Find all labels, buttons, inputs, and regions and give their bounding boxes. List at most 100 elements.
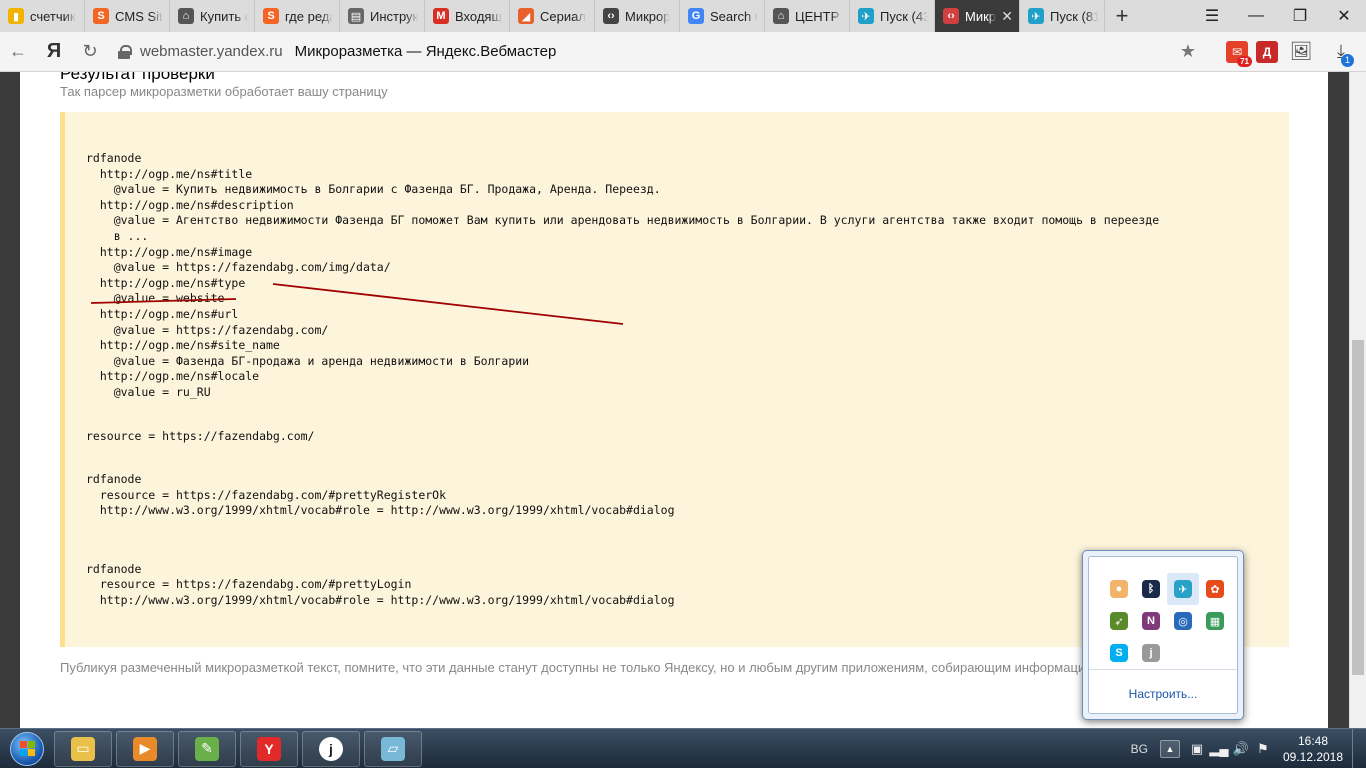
browser-tab-label: Микрор bbox=[625, 8, 671, 24]
skype-icon-glyph: S bbox=[1110, 644, 1128, 662]
system-tray: BG ▲ ▣ ▂▄ 🔊 ⚑ 16:48 09.12.2018 bbox=[1131, 728, 1366, 768]
browser-tab[interactable]: ‹› Микр ✕ bbox=[935, 0, 1020, 32]
network-signal-icon[interactable]: ▂▄ bbox=[1208, 741, 1230, 757]
customize-link[interactable]: Настроить... bbox=[1089, 687, 1237, 701]
scrollbar-thumb[interactable] bbox=[1352, 340, 1364, 675]
house-icon: ⌂ bbox=[178, 8, 194, 24]
browser-tab[interactable]: ✈ Пуск (81 bbox=[1020, 0, 1105, 32]
taskbar-apps: ▭ ▶ ✎ Yj ▱ bbox=[54, 730, 426, 767]
code-line: @value = Купить недвижимость в Болгарии … bbox=[86, 182, 661, 197]
browser-tab-label: Пуск (81 bbox=[1050, 8, 1098, 24]
volume-icon[interactable]: 🔊 bbox=[1230, 741, 1252, 757]
browser-tab-label: Купить с bbox=[200, 8, 248, 24]
onenote-icon[interactable]: N bbox=[1135, 605, 1167, 637]
url-domain[interactable]: webmaster.yandex.ru bbox=[140, 43, 283, 60]
pill-icon-glyph: ● bbox=[1110, 580, 1128, 598]
browser-tab[interactable]: ◢ Сериал bbox=[510, 0, 595, 32]
code-line: resource = https://fazendabg.com/ bbox=[86, 428, 315, 443]
code-line: resource = https://fazendabg.com/#pretty… bbox=[86, 487, 447, 502]
browser-menu-icon[interactable]: ☰ bbox=[1190, 0, 1234, 32]
action-center-flag-icon[interactable]: ⚑ bbox=[1252, 741, 1274, 757]
restore-icon[interactable]: ❐ bbox=[1278, 0, 1322, 32]
target-icon-glyph: ◎ bbox=[1174, 612, 1192, 630]
language-indicator[interactable]: BG bbox=[1131, 742, 1148, 756]
code-line: @value = ru_RU bbox=[86, 384, 211, 399]
clock-date: 09.12.2018 bbox=[1282, 749, 1344, 764]
d-extension-icon[interactable]: Д bbox=[1256, 40, 1278, 63]
browser-tab[interactable]: Sгде реда bbox=[255, 0, 340, 32]
publishing-note: Публикуя размеченный микроразметкой текс… bbox=[60, 660, 1095, 675]
mail-counter-icon[interactable]: ✉ 71 bbox=[1226, 40, 1252, 67]
browser-tab[interactable]: ⌂ ЦЕНТР Н bbox=[765, 0, 850, 32]
clock-time: 16:48 bbox=[1297, 733, 1329, 748]
lock-icon[interactable] bbox=[118, 44, 132, 59]
code-icon: ‹› bbox=[603, 8, 619, 24]
extensions-icon[interactable]: 🖼 bbox=[1286, 37, 1316, 67]
new-tab-button[interactable]: + bbox=[1105, 0, 1139, 32]
taskbar-app-notepad[interactable]: ✎ bbox=[178, 730, 236, 767]
j-icon[interactable]: j bbox=[1135, 637, 1167, 669]
browser-tab[interactable]: ✈ Пуск (43 bbox=[850, 0, 935, 32]
browser-tab[interactable]: ▤ Инструк bbox=[340, 0, 425, 32]
code-line: @value = https://fazendabg.com/ bbox=[86, 322, 329, 337]
safely-remove-icon[interactable]: ▣ bbox=[1186, 741, 1208, 757]
j-app-icon: j bbox=[319, 736, 343, 761]
browser-tab-label: Пуск (43 bbox=[880, 8, 928, 24]
bird-icon-glyph: ➶ bbox=[1110, 612, 1128, 630]
address-bar: ← Я ↻ webmaster.yandex.ru Микроразметка … bbox=[0, 32, 1366, 72]
wing-icon: ✈ bbox=[1028, 8, 1044, 24]
show-hidden-icons-icon[interactable]: ▲ bbox=[1160, 739, 1180, 758]
parser-output-code: rdfanode http://ogp.me/ns#title @value =… bbox=[86, 151, 1159, 609]
bird-icon[interactable]: ➶ bbox=[1103, 605, 1135, 637]
bluetooth-icon[interactable]: ᛒ bbox=[1135, 573, 1167, 605]
close-tab-icon[interactable]: ✕ bbox=[1001, 8, 1013, 25]
clock[interactable]: 16:48 09.12.2018 bbox=[1274, 733, 1352, 765]
pill-icon[interactable]: ● bbox=[1103, 573, 1135, 605]
explorer-icon: ▭ bbox=[71, 736, 95, 761]
downloads-badge: 1 bbox=[1340, 53, 1354, 67]
reload-icon[interactable]: ↻ bbox=[72, 32, 108, 72]
downloads-icon[interactable]: ⤓ 1 bbox=[1326, 37, 1356, 67]
code-line: http://www.w3.org/1999/xhtml/vocab#role … bbox=[86, 593, 675, 608]
browser-tab[interactable]: M Входящ bbox=[425, 0, 510, 32]
tray-divider bbox=[1089, 669, 1237, 670]
show-desktop-button[interactable] bbox=[1352, 728, 1366, 768]
browser-tab-label: счетчик bbox=[30, 8, 76, 24]
url-page-title[interactable]: Микроразметка — Яндекс.Вебмастер bbox=[295, 43, 557, 60]
taskbar-app-explorer[interactable]: ▭ bbox=[54, 730, 112, 767]
taskbar-app-yandex-browser[interactable]: Y bbox=[240, 730, 298, 767]
taskbar-app-j-app[interactable]: j bbox=[302, 730, 360, 767]
yandex-logo-icon[interactable]: Я bbox=[36, 32, 72, 72]
notes-icon: ▱ bbox=[381, 736, 405, 761]
browser-tab-label: Search C bbox=[710, 8, 758, 24]
taskbar-app-notes[interactable]: ▱ bbox=[364, 730, 422, 767]
start-button[interactable] bbox=[0, 729, 54, 768]
taskbar: ▭ ▶ ✎ Yj ▱ BG ▲ ▣ ▂▄ 🔊 ⚑ 16:48 09.12.2018 bbox=[0, 728, 1366, 768]
grid-app-icon[interactable]: ▦ bbox=[1199, 605, 1231, 637]
code-line: @value = website bbox=[86, 291, 225, 306]
bookmark-star-icon[interactable]: ★ bbox=[1180, 41, 1196, 62]
back-arrow-icon[interactable]: ← bbox=[0, 32, 36, 72]
minimize-icon[interactable]: — bbox=[1234, 0, 1278, 32]
notepad-icon: ✎ bbox=[195, 736, 219, 761]
tab-strip: ▮ счетчик S CMS Site ⌂ Купить с Sгде реда ▤ Инст… bbox=[0, 0, 1366, 32]
close-window-icon[interactable]: ✕ bbox=[1322, 0, 1366, 32]
browser-tab-label: ЦЕНТР Н bbox=[795, 8, 843, 24]
house-icon: ⌂ bbox=[773, 8, 789, 24]
page-scrollbar[interactable] bbox=[1349, 72, 1366, 728]
browser-tab[interactable]: ▮ счетчик bbox=[0, 0, 85, 32]
target-icon[interactable]: ◎ bbox=[1167, 605, 1199, 637]
skype-icon[interactable]: S bbox=[1103, 637, 1135, 669]
browser-tab[interactable]: G Search C bbox=[680, 0, 765, 32]
browser-tab[interactable]: S CMS Site bbox=[85, 0, 170, 32]
taskbar-app-media-player[interactable]: ▶ bbox=[116, 730, 174, 767]
orange-logo-icon: ◢ bbox=[518, 8, 534, 24]
browser-tab[interactable]: ‹› Микрор bbox=[595, 0, 680, 32]
code-line: http://ogp.me/ns#site_name bbox=[86, 338, 280, 353]
browser-tab[interactable]: ⌂ Купить с bbox=[170, 0, 255, 32]
code-line: @value = Фазенда БГ-продажа и аренда нед… bbox=[86, 353, 530, 368]
flower-icon[interactable]: ✿ bbox=[1199, 573, 1231, 605]
wing-icon[interactable]: ✈ bbox=[1167, 573, 1199, 605]
